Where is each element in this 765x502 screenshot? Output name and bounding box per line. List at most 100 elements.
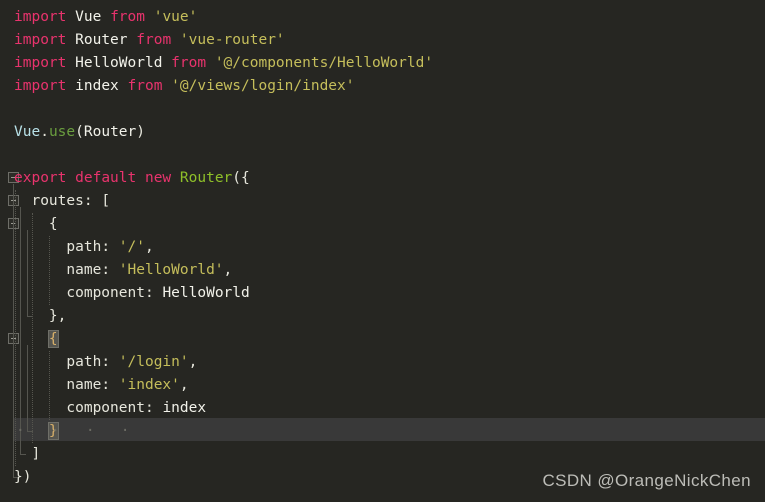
code-token: : [ <box>83 193 111 209</box>
code-token: name <box>66 377 102 393</box>
code-token: , <box>179 377 189 393</box>
code-token: default <box>75 170 137 186</box>
code-token: '@/components/HelloWorld' <box>214 55 434 71</box>
code-token: import <box>14 32 67 48</box>
code-line: import HelloWorld from '@/components/Hel… <box>14 52 433 75</box>
code-token: 'index' <box>118 377 180 393</box>
code-line: { <box>14 328 59 351</box>
code-token: : <box>101 354 119 370</box>
code-token: ({ <box>232 170 250 186</box>
code-line: import Router from 'vue-router' <box>14 29 285 52</box>
csdn-watermark: CSDN @OrangeNickChen <box>542 471 751 490</box>
code-token: : <box>144 285 163 301</box>
code-token: from <box>127 78 163 94</box>
code-token: from <box>110 9 145 25</box>
code-token: , <box>223 262 233 278</box>
code-line: import index from '@/views/login/index' <box>14 75 355 98</box>
code-token: { <box>47 330 59 348</box>
code-token: '/login' <box>118 354 189 370</box>
code-token: from <box>136 32 172 48</box>
code-token: ] <box>31 446 41 462</box>
code-line: component: HelloWorld <box>14 282 250 305</box>
code-line: name: 'index', <box>14 374 189 397</box>
code-token: Vue <box>75 9 102 25</box>
code-token: : <box>144 400 163 416</box>
code-token: }, <box>48 308 67 324</box>
whitespace-dots: · · · · <box>16 423 130 439</box>
code-token: , <box>188 354 198 370</box>
code-token: Vue <box>14 124 41 140</box>
code-token: }) <box>14 469 32 485</box>
code-line: }) <box>14 466 31 489</box>
code-token: new <box>144 170 172 186</box>
code-token: import <box>14 78 67 94</box>
code-token: ) <box>136 124 145 140</box>
code-token: index <box>75 78 119 94</box>
code-token: '/' <box>118 239 145 255</box>
code-token: 'HelloWorld' <box>118 262 224 278</box>
code-token: from <box>171 55 207 71</box>
code-line: { <box>14 213 58 236</box>
code-content[interactable]: import Vue from 'vue' import Router from … <box>0 0 765 502</box>
code-token: Router <box>179 170 233 186</box>
code-line: Vue.use(Router) <box>14 121 145 144</box>
code-line: export default new Router({ <box>14 167 250 190</box>
code-token: HelloWorld <box>75 55 163 71</box>
code-token: path <box>66 239 102 255</box>
code-token: 'vue' <box>153 9 198 25</box>
code-token: Router <box>75 32 128 48</box>
code-token: routes <box>31 193 84 209</box>
code-line: }, <box>14 305 66 328</box>
code-token: : <box>101 377 119 393</box>
code-token: 'vue-router' <box>179 32 285 48</box>
code-token: , <box>144 239 154 255</box>
code-token: ( <box>75 124 84 140</box>
code-token: : <box>101 262 119 278</box>
code-token: '@/views/login/index' <box>171 78 355 94</box>
code-token: { <box>48 216 58 232</box>
code-token: Router <box>83 124 137 140</box>
code-line: routes: [ <box>14 190 110 213</box>
code-token: use <box>48 124 76 140</box>
code-editor[interactable]: import Vue from 'vue' import Router from … <box>0 0 765 502</box>
code-token: . <box>40 124 49 140</box>
code-token: path <box>66 354 102 370</box>
code-line: name: 'HelloWorld', <box>14 259 232 282</box>
code-token: import <box>14 55 67 71</box>
code-line: component: index <box>14 397 206 420</box>
code-token: import <box>14 9 67 25</box>
code-token: HelloWorld <box>162 285 250 301</box>
code-token: index <box>162 400 207 416</box>
code-line: import Vue from 'vue' <box>14 6 197 29</box>
code-token: name <box>66 262 102 278</box>
code-token: : <box>101 239 119 255</box>
code-token: export <box>14 170 67 186</box>
code-line: ] <box>14 443 40 466</box>
code-line: path: '/', <box>14 236 154 259</box>
code-line: path: '/login', <box>14 351 197 374</box>
